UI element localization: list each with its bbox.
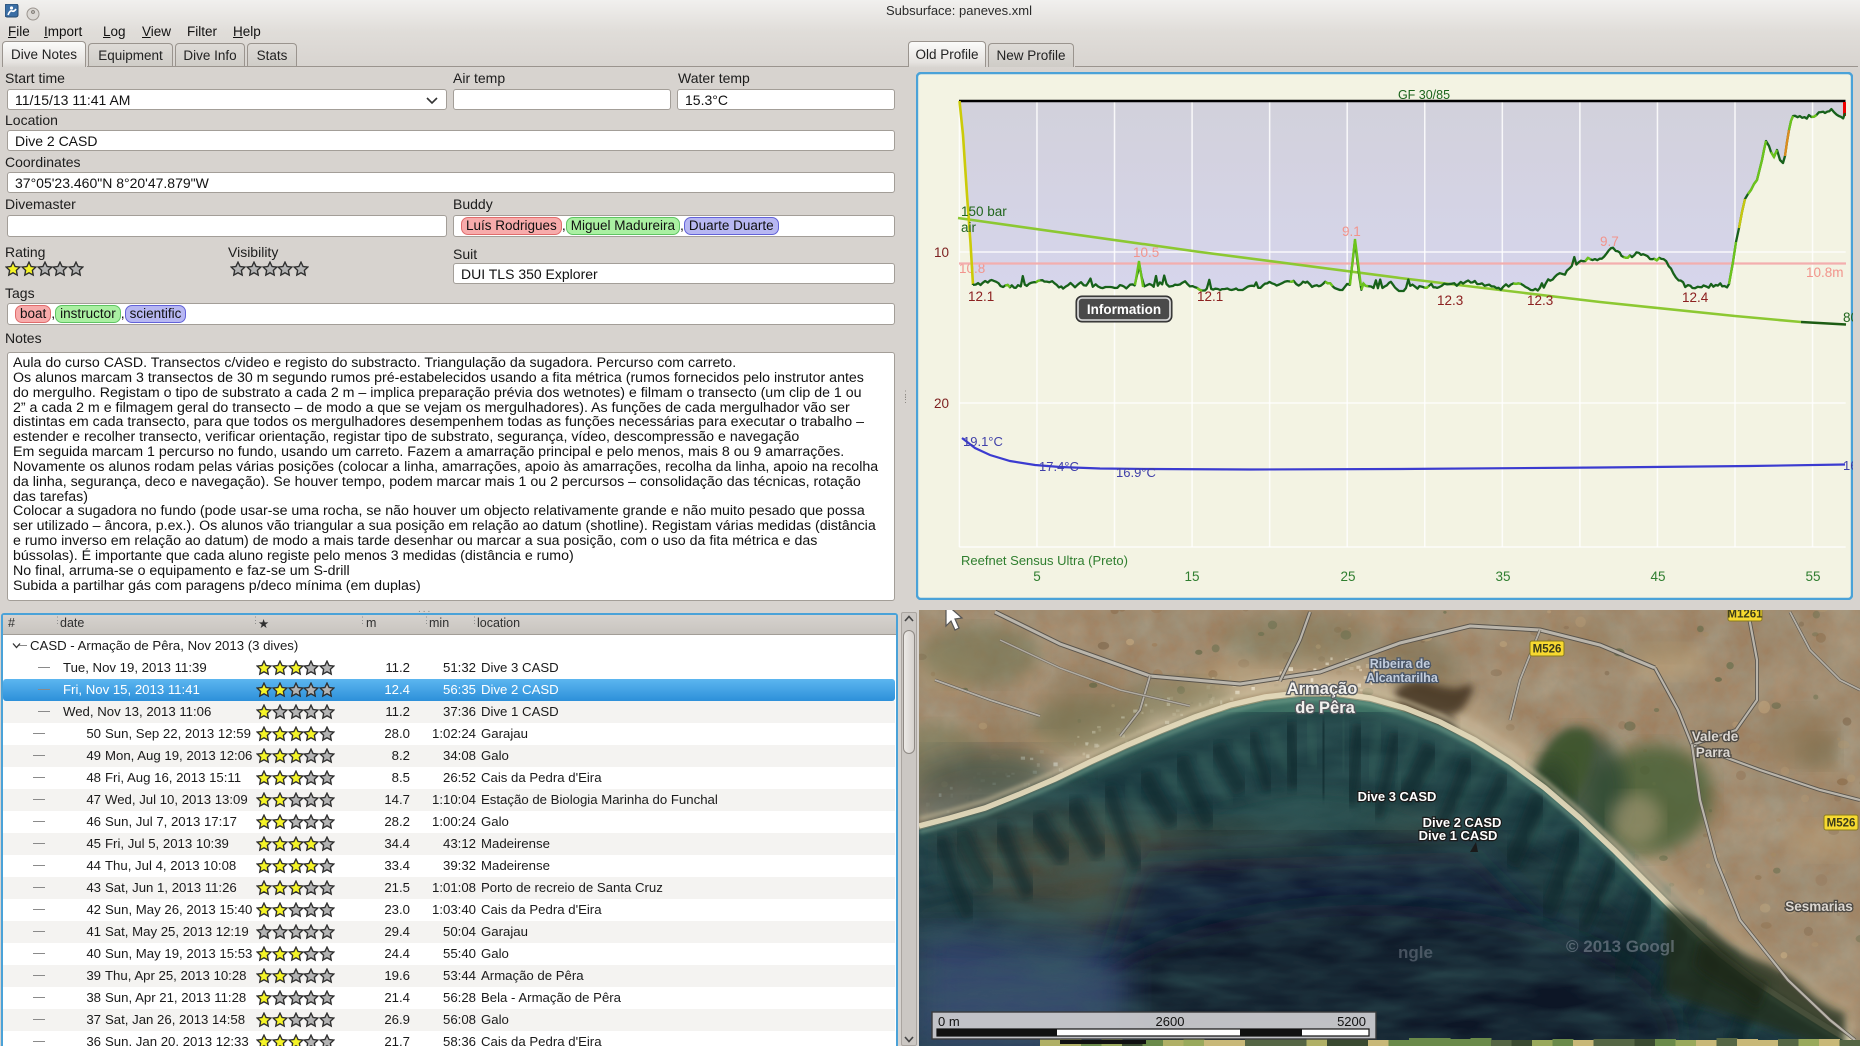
svg-text:Dive 1 CASD: Dive 1 CASD	[1419, 828, 1498, 843]
svg-text:12.3: 12.3	[1527, 293, 1553, 308]
svg-text:9.1: 9.1	[1342, 224, 1361, 239]
svg-text:80: 80	[1843, 310, 1853, 325]
svg-text:Ribeira de: Ribeira de	[1370, 657, 1430, 671]
svg-text:25: 25	[1340, 569, 1355, 584]
svg-text:© 2013 Googl: © 2013 Googl	[1566, 937, 1675, 956]
svg-text:Parra: Parra	[1696, 745, 1731, 760]
svg-text:10.5: 10.5	[1133, 245, 1159, 260]
svg-text:Sesmarias: Sesmarias	[1785, 899, 1853, 914]
svg-text:2600: 2600	[1156, 1014, 1185, 1029]
svg-text:19.1°C: 19.1°C	[963, 434, 1003, 449]
svg-text:de Pêra: de Pêra	[1295, 699, 1355, 717]
svg-text:5: 5	[1033, 569, 1041, 584]
svg-text:GF 30/85: GF 30/85	[1398, 88, 1450, 102]
svg-text:35: 35	[1495, 569, 1510, 584]
svg-text:16.9°C: 16.9°C	[1116, 465, 1156, 480]
svg-text:M526: M526	[1533, 644, 1562, 656]
svg-text:16: 16	[1843, 458, 1853, 473]
svg-text:20: 20	[934, 396, 949, 411]
svg-text:0 m: 0 m	[938, 1014, 960, 1029]
svg-text:9.7: 9.7	[1600, 234, 1619, 249]
svg-text:Reefnet Sensus Ultra (Preto): Reefnet Sensus Ultra (Preto)	[961, 553, 1128, 568]
svg-text:Dive 3 CASD: Dive 3 CASD	[1358, 789, 1437, 804]
svg-text:150 bar: 150 bar	[961, 204, 1007, 219]
svg-text:Armação: Armação	[1287, 680, 1358, 698]
svg-text:Information: Information	[1087, 302, 1161, 317]
svg-text:Alcantarilha: Alcantarilha	[1366, 671, 1439, 685]
svg-text:15: 15	[1184, 569, 1199, 584]
svg-text:10.8m: 10.8m	[1806, 265, 1844, 280]
svg-text:ngle: ngle	[1398, 943, 1433, 962]
svg-text:12.1: 12.1	[1197, 289, 1223, 304]
svg-text:12.4: 12.4	[1682, 290, 1709, 305]
svg-text:Vale de: Vale de	[1692, 729, 1739, 744]
svg-text:55: 55	[1805, 569, 1820, 584]
svg-text:17.4°C: 17.4°C	[1039, 459, 1079, 474]
svg-text:M526: M526	[1827, 818, 1856, 830]
svg-text:12.1: 12.1	[968, 289, 994, 304]
svg-text:5200: 5200	[1337, 1014, 1366, 1029]
svg-text:10: 10	[934, 245, 949, 260]
svg-text:air: air	[961, 220, 977, 235]
svg-text:45: 45	[1650, 569, 1665, 584]
svg-text:12.3: 12.3	[1437, 293, 1463, 308]
svg-text:M1261: M1261	[1727, 610, 1763, 621]
